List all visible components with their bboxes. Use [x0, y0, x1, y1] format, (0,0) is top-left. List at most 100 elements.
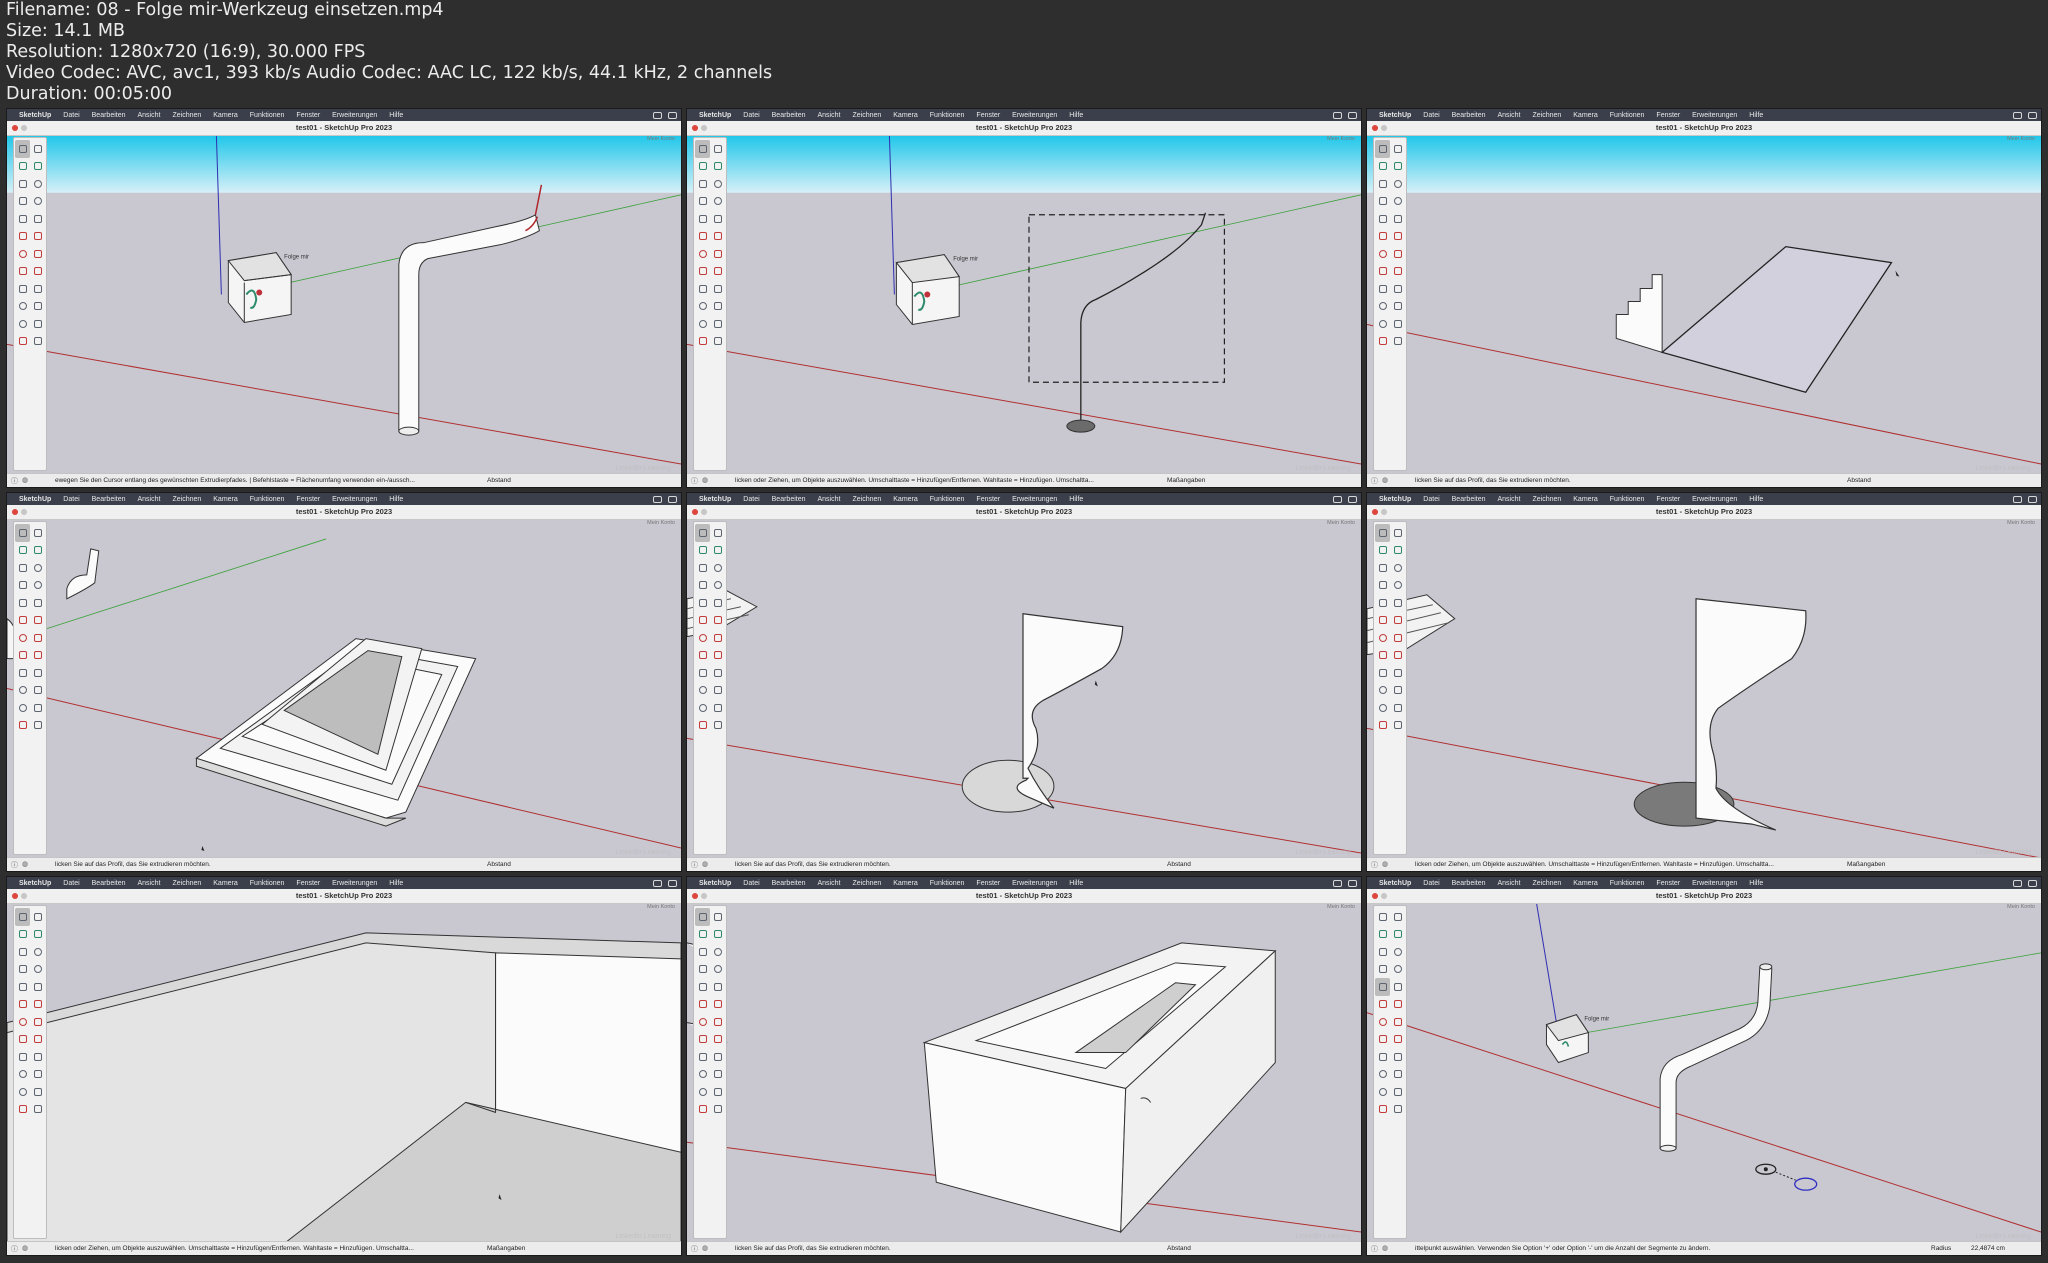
component-tool-icon[interactable]: [1375, 542, 1390, 560]
pushpull-tool-icon[interactable]: [30, 996, 45, 1014]
menu-bearbeiten[interactable]: Bearbeiten: [772, 880, 806, 887]
user-icon[interactable]: ◍: [22, 860, 28, 870]
line-tool-icon[interactable]: [695, 175, 710, 193]
walk-tool-icon[interactable]: [30, 333, 45, 351]
zoom-extents-tool-icon[interactable]: [30, 699, 45, 717]
select-tool-icon[interactable]: [15, 140, 30, 158]
section-tool-icon[interactable]: [695, 1101, 710, 1119]
menu-ansicht[interactable]: Ansicht: [138, 112, 161, 119]
section-tool-icon[interactable]: [695, 333, 710, 351]
menu-bearbeiten[interactable]: Bearbeiten: [772, 496, 806, 503]
zoom-extents-tool-icon[interactable]: [1390, 1083, 1405, 1101]
pan-tool-icon[interactable]: [710, 298, 725, 316]
account-link[interactable]: Mein Konto: [647, 520, 675, 526]
zoom-tool-icon[interactable]: [15, 315, 30, 333]
close-window-button[interactable]: [12, 125, 18, 131]
circle-tool-icon[interactable]: [1390, 961, 1405, 979]
pan-tool-icon[interactable]: [30, 1066, 45, 1084]
menu-kamera[interactable]: Kamera: [1573, 112, 1598, 119]
menu-erweiterungen[interactable]: Erweiterungen: [1692, 880, 1737, 887]
info-icon[interactable]: ⓘ: [11, 476, 18, 486]
menu-kamera[interactable]: Kamera: [893, 880, 918, 887]
info-icon[interactable]: ⓘ: [11, 1244, 18, 1254]
zoom-tool-icon[interactable]: [1375, 315, 1390, 333]
line-tool-icon[interactable]: [695, 943, 710, 961]
menu-fenster[interactable]: Fenster: [976, 112, 1000, 119]
component-tool-icon[interactable]: [15, 542, 30, 560]
minimize-window-button[interactable]: [701, 509, 707, 515]
offset-tool-icon[interactable]: [1390, 1031, 1405, 1049]
menu-sketchup[interactable]: SketchUp: [699, 496, 731, 503]
viewport[interactable]: Folge mir: [1367, 903, 2041, 1242]
walk-tool-icon[interactable]: [1390, 717, 1405, 735]
pushpull-tool-icon[interactable]: [710, 612, 725, 630]
menu-zeichnen[interactable]: Zeichnen: [172, 880, 201, 887]
account-link[interactable]: Mein Konto: [1327, 136, 1355, 142]
info-icon[interactable]: ⓘ: [691, 860, 698, 870]
close-window-button[interactable]: [692, 509, 698, 515]
user-icon[interactable]: ◍: [22, 1244, 28, 1254]
menu-sketchup[interactable]: SketchUp: [699, 112, 731, 119]
rectangle-tool-icon[interactable]: [695, 577, 710, 595]
offset-tool-icon[interactable]: [30, 263, 45, 281]
menu-ansicht[interactable]: Ansicht: [1498, 496, 1521, 503]
menu-fenster[interactable]: Fenster: [1656, 880, 1680, 887]
pan-tool-icon[interactable]: [30, 298, 45, 316]
viewport[interactable]: [7, 519, 681, 858]
rotate-tool-icon[interactable]: [695, 629, 710, 647]
pan-tool-icon[interactable]: [1390, 682, 1405, 700]
menu-sketchup[interactable]: SketchUp: [19, 496, 51, 503]
component-tool-icon[interactable]: [695, 926, 710, 944]
orbit-tool-icon[interactable]: [15, 682, 30, 700]
arc-tool-icon[interactable]: [30, 559, 45, 577]
scale-tool-icon[interactable]: [695, 647, 710, 665]
scale-tool-icon[interactable]: [15, 1031, 30, 1049]
menu-bearbeiten[interactable]: Bearbeiten: [92, 112, 126, 119]
tape-tool-icon[interactable]: [15, 1048, 30, 1066]
text-tool-icon[interactable]: [30, 664, 45, 682]
eraser-tool-icon[interactable]: [1390, 140, 1405, 158]
circle-tool-icon[interactable]: [710, 193, 725, 211]
rectangle-tool-icon[interactable]: [1375, 961, 1390, 979]
line-tool-icon[interactable]: [1375, 175, 1390, 193]
followme-tool-icon[interactable]: [1390, 629, 1405, 647]
rectangle-tool-icon[interactable]: [1375, 193, 1390, 211]
menu-erweiterungen[interactable]: Erweiterungen: [1692, 112, 1737, 119]
pan-tool-icon[interactable]: [710, 682, 725, 700]
minimize-window-button[interactable]: [21, 509, 27, 515]
menu-datei[interactable]: Datei: [743, 112, 759, 119]
menu-erweiterungen[interactable]: Erweiterungen: [1012, 880, 1057, 887]
freehand-tool-icon[interactable]: [1390, 978, 1405, 996]
arc-tool-icon[interactable]: [1390, 559, 1405, 577]
followme-tool-icon[interactable]: [30, 629, 45, 647]
menu-fenster[interactable]: Fenster: [976, 496, 1000, 503]
eraser-tool-icon[interactable]: [710, 524, 725, 542]
account-link[interactable]: Mein Konto: [647, 904, 675, 910]
menu-funktionen[interactable]: Funktionen: [250, 496, 285, 503]
menu-zeichnen[interactable]: Zeichnen: [1532, 112, 1561, 119]
select-tool-icon[interactable]: [695, 524, 710, 542]
text-tool-icon[interactable]: [30, 1048, 45, 1066]
menu-bearbeiten[interactable]: Bearbeiten: [92, 880, 126, 887]
rotate-tool-icon[interactable]: [695, 1013, 710, 1031]
minimize-window-button[interactable]: [1381, 893, 1387, 899]
zoom-tool-icon[interactable]: [695, 699, 710, 717]
menu-fenster[interactable]: Fenster: [976, 880, 1000, 887]
menu-ansicht[interactable]: Ansicht: [1498, 112, 1521, 119]
menu-kamera[interactable]: Kamera: [893, 112, 918, 119]
account-link[interactable]: Mein Konto: [2007, 136, 2035, 142]
menu-ansicht[interactable]: Ansicht: [138, 496, 161, 503]
tape-tool-icon[interactable]: [1375, 1048, 1390, 1066]
user-icon[interactable]: ◍: [702, 860, 708, 870]
select-tool-icon[interactable]: [1375, 140, 1390, 158]
component-tool-icon[interactable]: [695, 542, 710, 560]
walk-tool-icon[interactable]: [710, 333, 725, 351]
orbit-tool-icon[interactable]: [1375, 1066, 1390, 1084]
close-window-button[interactable]: [1372, 893, 1378, 899]
tape-tool-icon[interactable]: [15, 664, 30, 682]
user-icon[interactable]: ◍: [702, 1244, 708, 1254]
move-tool-icon[interactable]: [695, 612, 710, 630]
section-tool-icon[interactable]: [1375, 717, 1390, 735]
zoom-extents-tool-icon[interactable]: [30, 1083, 45, 1101]
menu-datei[interactable]: Datei: [1423, 496, 1439, 503]
